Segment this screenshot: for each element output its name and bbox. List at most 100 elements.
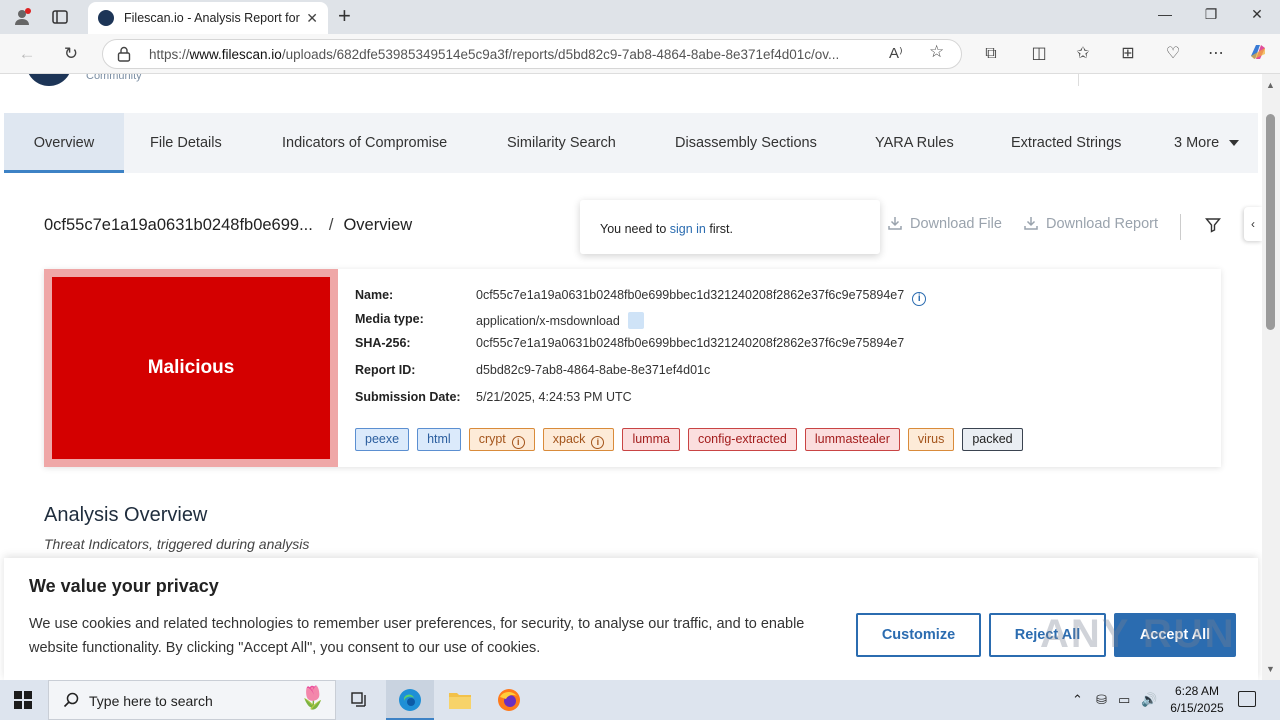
download-report-button[interactable]: Download Report: [1024, 216, 1158, 232]
edge-browser-icon[interactable]: [396, 686, 424, 714]
popover-suffix: first.: [705, 222, 733, 236]
page-viewport: Community Overview File Details Indicato…: [0, 74, 1262, 680]
window-close-icon[interactable]: ✕: [1242, 6, 1272, 23]
minimize-icon[interactable]: —: [1150, 6, 1180, 22]
scroll-down-icon[interactable]: ▼: [1266, 664, 1275, 674]
tab-indicators-of-compromise[interactable]: Indicators of Compromise: [282, 113, 447, 173]
tag-list: peexe html crypt i xpack i lumma config-ex…: [355, 428, 1023, 451]
submission-date-label: Submission Date:: [355, 390, 461, 404]
breadcrumb-file[interactable]: 0cf55c7e1a19a0631b0248fb0e699...: [44, 216, 313, 234]
taskbar-search-box[interactable]: Type here to search 🌷: [48, 680, 336, 720]
browser-toolbar: ← ↻ https://www.filescan.io/uploads/682d…: [0, 34, 1280, 74]
cookie-text: We use cookies and related technologies …: [29, 616, 805, 656]
file-explorer-icon[interactable]: [446, 686, 474, 714]
taskbar-clock[interactable]: 6:28 AM 6/15/2025: [1160, 683, 1234, 717]
name-value: 0cf55c7e1a19a0631b0248fb0e699bbec1d32124…: [476, 288, 905, 302]
volume-icon[interactable]: 🔊: [1141, 692, 1157, 708]
extensions-icon[interactable]: ⧉: [978, 42, 1004, 66]
tab-extracted-strings[interactable]: Extracted Strings: [1011, 113, 1121, 173]
submission-date-value: 5/21/2025, 4:24:53 PM UTC: [476, 390, 632, 404]
filescan-logo-icon[interactable]: [26, 74, 72, 86]
tag-virus[interactable]: virus: [907, 428, 955, 451]
copilot-icon[interactable]: [1245, 42, 1271, 66]
tab-similarity-search[interactable]: Similarity Search: [507, 113, 616, 173]
onedrive-icon[interactable]: ⛁: [1096, 692, 1107, 708]
page-scrollbar[interactable]: ▲ ▼: [1262, 74, 1280, 680]
chevron-down-icon: [1229, 140, 1240, 147]
download-report-label: Download Report: [1046, 216, 1159, 232]
profile-icon[interactable]: [8, 5, 36, 29]
chevron-left-icon[interactable]: ‹: [1244, 207, 1262, 241]
media-type-value: application/x-msdownload: [476, 314, 620, 328]
file-type-icon: [627, 312, 644, 329]
popover-prefix: You need to: [600, 222, 670, 236]
search-highlight-flowers-icon: 🌷: [299, 685, 327, 710]
more-tabs-dropdown[interactable]: 3 More: [1174, 113, 1240, 173]
clock-time: 6:28 AM: [1174, 684, 1220, 698]
favorite-star-icon[interactable]: ☆: [929, 42, 944, 62]
sha256-label: SHA-256:: [355, 336, 411, 350]
site-header: Community: [4, 74, 1258, 112]
browser-tab-active[interactable]: Filescan.io - Analysis Report for 0cf55c…: [88, 2, 328, 34]
report-id-value: d5bd82c9-7ab8-4864-8abe-8e371ef4d01c: [476, 363, 711, 377]
sign-in-link[interactable]: sign in: [670, 222, 706, 236]
verdict-badge: Malicious: [52, 277, 330, 459]
split-screen-icon[interactable]: ◫: [1026, 42, 1052, 66]
download-icon: [888, 217, 902, 230]
tab-close-icon[interactable]: ✕: [306, 10, 318, 27]
customize-button[interactable]: Customize: [856, 613, 981, 657]
address-bar[interactable]: https://www.filescan.io/uploads/682dfe53…: [102, 39, 962, 69]
new-tab-icon[interactable]: +: [338, 4, 351, 28]
refresh-icon[interactable]: ↻: [58, 42, 84, 66]
name-value-row: 0cf55c7e1a19a0631b0248fb0e699bbec1d32124…: [476, 288, 927, 306]
tab-disassembly-sections[interactable]: Disassembly Sections: [675, 113, 817, 173]
filescan-favicon-icon: [98, 10, 114, 26]
download-file-button[interactable]: Download File: [888, 216, 1002, 232]
tag-xpack[interactable]: xpack i: [542, 428, 615, 451]
breadcrumb-separator: /: [328, 216, 334, 234]
chevron-up-icon[interactable]: ⌃: [1072, 692, 1083, 708]
tag-lumma[interactable]: lumma: [622, 428, 680, 451]
info-icon: i: [511, 436, 525, 449]
windows-start-icon[interactable]: [14, 691, 32, 709]
analysis-overview-title: Analysis Overview: [44, 504, 208, 526]
tag-crypt[interactable]: crypt i: [468, 428, 535, 451]
collections-icon[interactable]: ⊞: [1115, 42, 1141, 66]
restore-icon[interactable]: ❐: [1196, 6, 1226, 23]
media-type-row: application/x-msdownload: [476, 312, 644, 329]
clock-date: 6/15/2025: [1170, 701, 1224, 715]
filter-icon[interactable]: [1205, 217, 1221, 233]
tag-config-extracted[interactable]: config-extracted: [687, 428, 797, 451]
report-id-label: Report ID:: [355, 363, 416, 377]
browser-essentials-icon[interactable]: ♡: [1160, 42, 1186, 66]
firefox-icon[interactable]: [495, 686, 523, 714]
tag-packed[interactable]: packed: [962, 428, 1023, 451]
header-divider: [1078, 74, 1079, 86]
back-icon[interactable]: ←: [14, 42, 40, 66]
tab-actions-icon[interactable]: [46, 5, 74, 29]
tab-file-details[interactable]: File Details: [150, 113, 222, 173]
scroll-thumb[interactable]: [1266, 114, 1275, 330]
notification-icon[interactable]: [1238, 691, 1256, 707]
read-aloud-icon[interactable]: A⁾: [889, 44, 903, 62]
analysis-overview-subtitle: Threat Indicators, triggered during anal…: [44, 536, 310, 552]
download-file-label: Download File: [910, 216, 1002, 232]
search-placeholder: Type here to search: [89, 693, 213, 709]
tag-peexe[interactable]: peexe: [355, 428, 410, 451]
network-icon[interactable]: ▭: [1118, 692, 1130, 708]
settings-more-icon[interactable]: ⋯: [1203, 42, 1229, 66]
tab-yara-rules[interactable]: YARA Rules: [875, 113, 954, 173]
tag-lummastealer[interactable]: lummastealer: [804, 428, 900, 451]
info-icon: i: [591, 436, 605, 449]
info-icon[interactable]: i: [912, 292, 927, 306]
lock-icon[interactable]: [117, 46, 131, 62]
url-text: https://www.filescan.io/uploads/682dfe53…: [149, 47, 840, 62]
task-view-icon[interactable]: [346, 686, 374, 714]
summary-card: Malicious Name: 0cf55c7e1a19a0631b0248fb…: [44, 269, 1221, 467]
download-icon: [1024, 217, 1038, 230]
scroll-up-icon[interactable]: ▲: [1266, 80, 1275, 90]
tab-overview[interactable]: Overview: [4, 113, 124, 173]
favorites-icon[interactable]: ✩: [1070, 42, 1096, 66]
tab-title: Filescan.io - Analysis Report for 0cf55c…: [124, 11, 300, 25]
tag-html[interactable]: html: [417, 428, 461, 451]
